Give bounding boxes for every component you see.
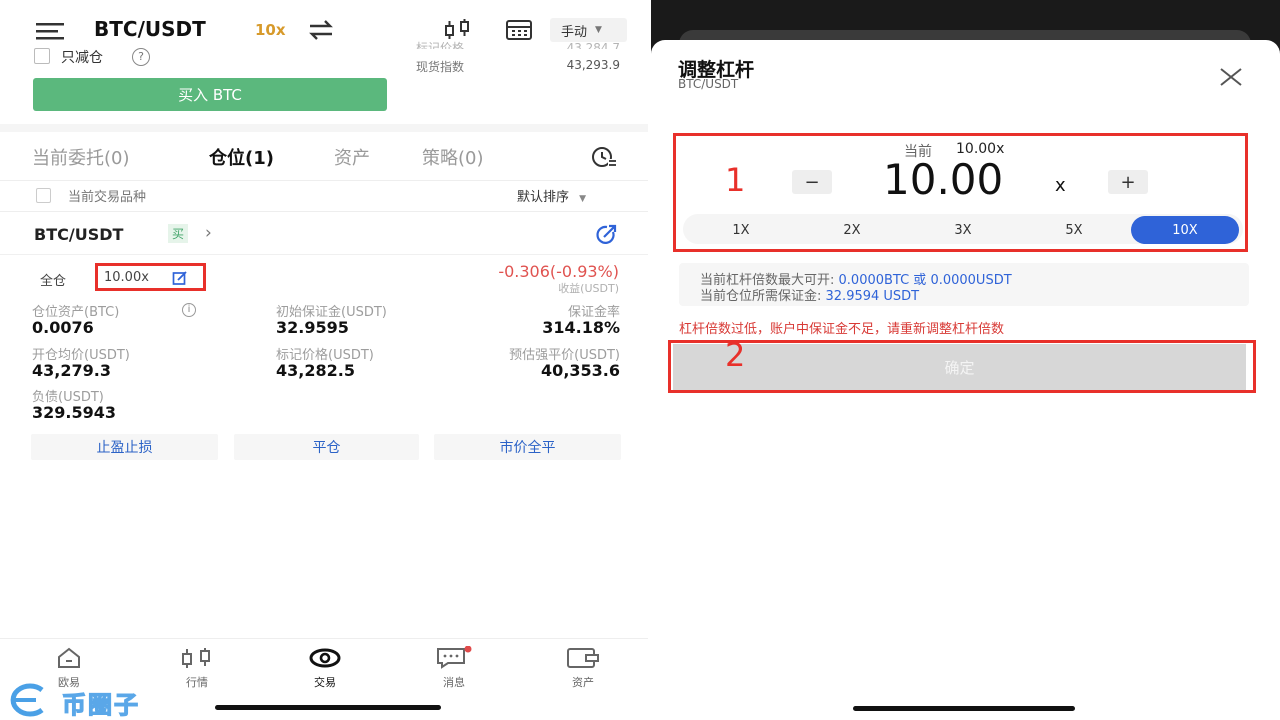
- menu-icon[interactable]: [36, 21, 64, 41]
- watermark-text: 币圈子: [61, 690, 140, 719]
- preset-1x[interactable]: 1X: [687, 216, 795, 244]
- watermark-logo: [2, 680, 52, 720]
- leverage-edit[interactable]: 10.00x: [104, 270, 149, 285]
- sort-select[interactable]: 默认排序 ▼: [517, 186, 586, 205]
- mark-price-value: 43,284.7: [566, 41, 620, 49]
- close-position-button[interactable]: 平仓: [234, 434, 419, 460]
- calculator-icon[interactable]: [505, 19, 533, 41]
- entry-price-value: 43,279.3: [32, 361, 111, 380]
- section-divider: [0, 124, 648, 132]
- help-icon[interactable]: ?: [132, 48, 150, 66]
- chevron-down-icon: ▼: [595, 25, 602, 35]
- minus-icon: −: [804, 171, 820, 193]
- preset-2x[interactable]: 2X: [798, 216, 906, 244]
- tp-sl-button[interactable]: 止盈止损: [31, 434, 218, 460]
- chevron-down-icon: ▼: [579, 194, 587, 204]
- reduce-only-checkbox[interactable]: [34, 48, 50, 64]
- tab-strategies[interactable]: 策略(0): [422, 144, 484, 170]
- tab-open-orders[interactable]: 当前委托(0): [32, 144, 130, 170]
- order-mode-label: 手动: [561, 24, 588, 40]
- decrease-button[interactable]: −: [792, 170, 832, 194]
- required-margin-value: 32.9594 USDT: [825, 289, 920, 304]
- tab-positions[interactable]: 仓位(1): [209, 144, 274, 170]
- mark-price-field-value: 43,282.5: [276, 361, 355, 380]
- order-mode-select[interactable]: 手动 ▼: [550, 18, 627, 42]
- current-symbol-checkbox[interactable]: [36, 188, 51, 203]
- required-margin-label: 当前仓位所需保证金:: [700, 289, 826, 304]
- pair-title[interactable]: BTC/USDT: [94, 17, 206, 41]
- increase-button[interactable]: +: [1108, 170, 1148, 194]
- pnl-label: 收益(USDT): [558, 282, 619, 295]
- annotation-1: 1: [725, 161, 746, 199]
- info-icon[interactable]: i: [182, 303, 196, 317]
- trade-screen: BTC/USDT 10x 手动 ▼ 只减仓 ? 标记价格 43,284.7 现货…: [0, 0, 650, 720]
- home-indicator: [853, 706, 1075, 711]
- position-size-value: 0.0076: [32, 318, 94, 337]
- message-icon: [414, 646, 494, 670]
- tabs-divider: [0, 180, 648, 181]
- share-icon[interactable]: [593, 224, 619, 246]
- insufficient-margin-warning: 杠杆倍数过低，账户中保证金不足，请重新调整杠杆倍数: [679, 322, 1005, 337]
- annotation-2: 2: [725, 336, 746, 374]
- tab-assets[interactable]: 资产: [334, 144, 370, 170]
- leverage-sheet: 调整杠杆 BTC/USDT 当前 10.00x 1 − 10.00 x + 1X…: [651, 40, 1280, 720]
- nav-trade-label: 交易: [314, 676, 336, 689]
- spot-index-label: 现货指数: [416, 60, 465, 74]
- nav-markets-label: 行情: [186, 676, 208, 689]
- position-leverage: 10.00x: [104, 270, 149, 285]
- nav-divider: [0, 638, 648, 639]
- filter-divider: [0, 211, 648, 212]
- home-icon: [29, 646, 109, 670]
- close-icon[interactable]: [1219, 67, 1243, 87]
- nav-messages[interactable]: 消息: [414, 646, 494, 690]
- market-close-all-button[interactable]: 市价全平: [434, 434, 621, 460]
- nav-messages-label: 消息: [443, 676, 465, 689]
- leverage-badge[interactable]: 10x: [255, 21, 286, 39]
- modal-subtitle: BTC/USDT: [678, 77, 739, 91]
- nav-markets[interactable]: 行情: [157, 646, 237, 690]
- chevron-right-icon[interactable]: ›: [205, 223, 212, 243]
- confirm-highlight: [668, 340, 1256, 393]
- candlestick-icon[interactable]: [443, 18, 473, 42]
- wallet-icon: [543, 646, 623, 670]
- home-indicator: [215, 705, 441, 710]
- edit-icon[interactable]: [172, 270, 188, 286]
- leverage-unit: x: [1055, 175, 1066, 196]
- history-clock-icon[interactable]: [588, 145, 618, 169]
- spot-index-value: 43,293.9: [566, 58, 620, 72]
- preset-5x[interactable]: 5X: [1020, 216, 1128, 244]
- markets-icon: [157, 646, 237, 670]
- nav-assets[interactable]: 资产: [543, 646, 623, 690]
- plus-icon: +: [1120, 171, 1136, 193]
- mark-price-label: 标记价格: [416, 41, 465, 49]
- initial-margin-value: 32.9595: [276, 318, 349, 337]
- current-symbol-label: 当前交易品种: [68, 190, 147, 205]
- trade-icon: [285, 646, 365, 670]
- leverage-modal-screen: 调整杠杆 BTC/USDT 当前 10.00x 1 − 10.00 x + 1X…: [651, 0, 1280, 720]
- card-divider: [0, 254, 648, 255]
- margin-mode: 全仓: [40, 274, 67, 289]
- liability-value: 329.5943: [32, 403, 117, 422]
- preset-3x[interactable]: 3X: [909, 216, 1017, 244]
- nav-trade[interactable]: 交易: [285, 646, 365, 690]
- reduce-only-label: 只减仓: [61, 50, 103, 66]
- leverage-input[interactable]: 10.00: [883, 155, 1003, 204]
- preset-10x[interactable]: 10X: [1131, 216, 1239, 244]
- margin-ratio-value: 314.18%: [542, 318, 620, 337]
- nav-assets-label: 资产: [572, 676, 594, 689]
- position-pair[interactable]: BTC/USDT: [34, 225, 123, 244]
- unrealized-pnl: -0.306(-0.93%): [498, 262, 619, 281]
- required-margin-line: 当前仓位所需保证金: 32.9594 USDT: [700, 285, 919, 304]
- side-badge: 买: [168, 224, 189, 243]
- sort-label: 默认排序: [517, 190, 570, 205]
- buy-button[interactable]: 买入 BTC: [33, 78, 387, 111]
- liquidation-price-value: 40,353.6: [541, 361, 620, 380]
- switch-icon[interactable]: [308, 20, 334, 40]
